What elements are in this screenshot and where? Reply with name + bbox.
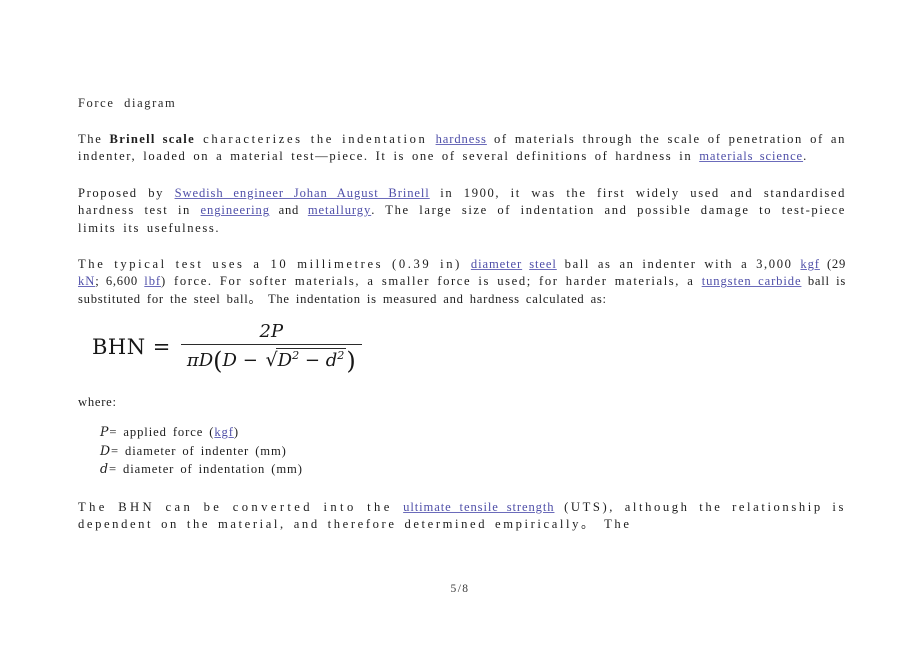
paragraph-typical-test: The typical test uses a 10 millimetres (… [78,256,846,308]
link-swedish-engineer-johan-august-brinell[interactable]: Swedish engineer Johan August Brinell [175,186,430,200]
formula-left-hand-side: BHN = [92,335,171,360]
radicand: D2 − d2 [275,348,347,372]
definition-P-after: ) [233,425,239,440]
link-lbf[interactable]: lbf [144,274,161,288]
paragraph-proposed-by: Proposed by Swedish engineer Johan Augus… [78,185,846,237]
link-materials-science[interactable]: materials science [699,149,803,163]
symbol-definition-list: P= applied force (kgf) D= diameter of in… [78,423,846,479]
formula-fraction: 2P πD(D − √D2 − d2) [180,321,362,376]
p3-text-e: ; 6,600 [95,274,145,289]
symbol-d: d [100,461,109,477]
definition-P-text: = applied force ( [109,425,215,440]
p3-text-f: ) force. For softer materials, a smaller… [161,274,702,289]
document-page: Force diagram The Brinell scale characte… [0,0,920,651]
page-number-footer: 5/8 [450,583,470,595]
link-diameter[interactable]: diameter [471,257,522,271]
definition-d-text: = diameter of indentation (mm) [108,462,303,477]
link-engineering[interactable]: engineering [201,203,270,217]
formula-denominator: πD(D − √D2 − d2) [181,345,362,376]
link-tungsten-carbide[interactable]: tungsten carbide [702,274,802,288]
p1-text-d: . [803,149,807,164]
paragraph-bhn-conversion: The BHN can be converted into the ultima… [78,499,846,534]
p3-text-c: ball as an indenter with a 3,000 [556,257,801,272]
p3-text-d: (29 [819,257,846,272]
link-hardness[interactable]: hardness [436,132,487,146]
formula-den-first: D − [222,350,258,372]
link-steel[interactable]: steel [529,257,557,271]
p2-text-c: and [269,203,308,218]
p1-text-b: characterizes the indentation [194,132,436,146]
brinell-hardness-formula: BHN = 2P πD(D − √D2 − d2) [78,321,846,376]
definition-D-text: = diameter of indenter (mm) [111,443,287,458]
radicand-exponent-2: 2 [337,349,345,363]
p1-text-a: The [78,132,110,146]
formula-square-root: √D2 − d2 [264,348,347,372]
definition-row-d: d= diameter of indentation (mm) [100,460,846,479]
formula-open-paren: ( [213,347,223,376]
radicand-d-small: d [325,350,338,372]
p1-bold-brinell-scale: Brinell scale [109,132,195,146]
link-kgf[interactable]: kgf [800,257,820,271]
radicand-d-big: D [277,350,293,372]
formula-numerator: 2P [259,321,284,343]
p3-text-a: The typical test uses a 10 millimetres (… [78,257,471,272]
paragraph-brinell-definition: The Brinell scale characterizes the inde… [78,131,846,166]
link-kgf-definition[interactable]: kgf [214,425,234,439]
section-heading: Force diagram [78,96,177,110]
link-ultimate-tensile-strength[interactable]: ultimate tensile strength [403,500,554,514]
where-label: where: [78,394,117,409]
symbol-P: P [100,424,110,440]
definition-row-D: D= diameter of indenter (mm) [100,442,846,461]
link-metallurgy[interactable]: metallurgy [308,203,371,217]
p4-text-a: The BHN can be converted into the [78,500,404,515]
p2-text-a: Proposed by [78,185,175,200]
symbol-D: D [100,442,111,458]
formula-den-prefix: πD [186,350,214,372]
page-content: Force diagram The Brinell scale characte… [78,96,846,553]
formula-close-paren: ) [346,347,356,376]
definition-row-P: P= applied force (kgf) [100,423,846,442]
link-kn[interactable]: kN [78,274,95,288]
radicand-minus: − [299,350,326,372]
